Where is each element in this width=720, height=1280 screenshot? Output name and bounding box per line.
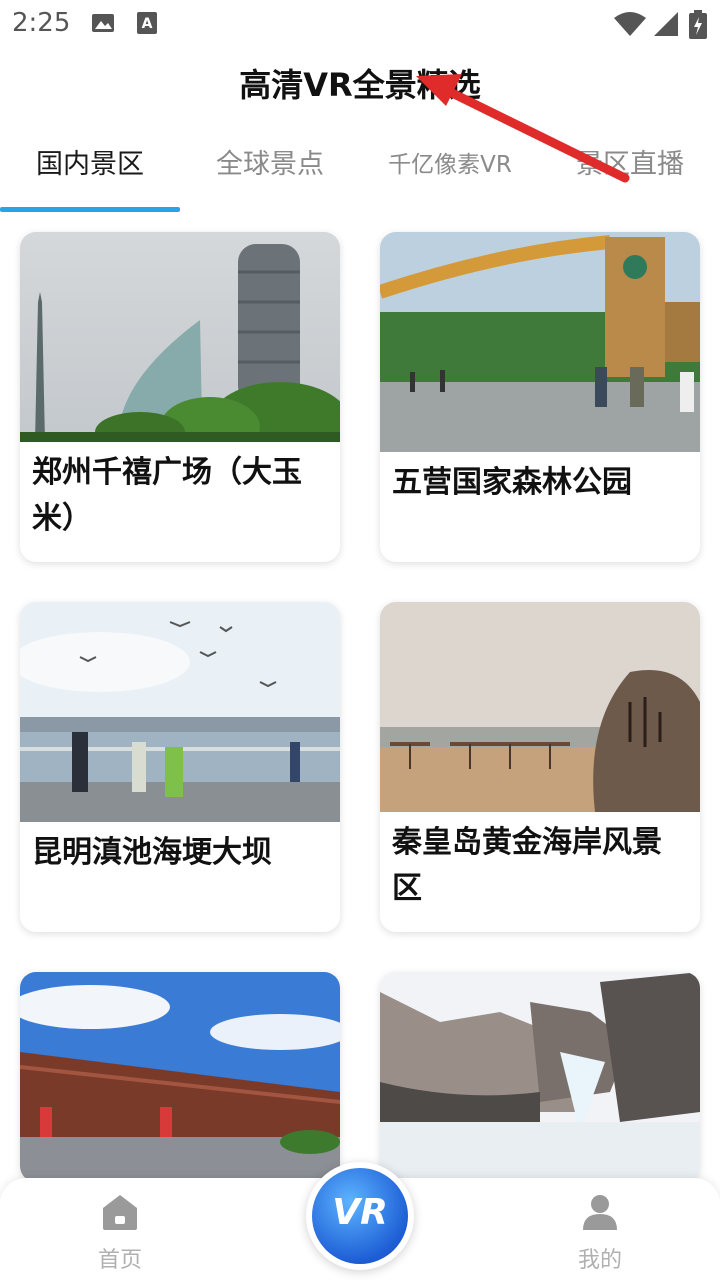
scenic-card[interactable]: 五营国家森林公园: [380, 232, 700, 562]
page-title: 高清VR全景精选: [239, 66, 481, 104]
scenic-photo: [380, 232, 700, 452]
accessibility-a-icon: A: [137, 12, 157, 34]
scenic-photo: [380, 602, 700, 812]
scenic-title: 五营国家森林公园: [392, 465, 632, 500]
wifi-icon: [614, 12, 646, 36]
nav-mine-label: 我的: [577, 1248, 622, 1273]
svg-text:A: A: [142, 16, 153, 32]
scenic-photo: [20, 232, 340, 442]
scenic-photo: [20, 972, 340, 1182]
vr-button-label: VR: [332, 1192, 388, 1233]
image-icon: [92, 14, 114, 32]
scenic-title: 秦皇岛黄金海岸风景区: [392, 825, 662, 906]
nav-mine[interactable]: 我的: [540, 1192, 660, 1274]
scenic-card[interactable]: 秦皇岛黄金海岸风景区: [380, 602, 700, 932]
tab-global[interactable]: 全球景点: [180, 130, 360, 200]
scenic-card[interactable]: 郑州千禧广场（大玉米）: [20, 232, 340, 562]
scenic-card[interactable]: [380, 972, 700, 1182]
category-tabs: 国内景区 全球景点 千亿像素VR 景区直播: [0, 130, 720, 212]
scenic-photo: [20, 602, 340, 822]
active-tab-indicator: [0, 207, 180, 212]
tab-gigapixel-vr[interactable]: 千亿像素VR: [360, 130, 540, 200]
tab-live[interactable]: 景区直播: [540, 130, 720, 200]
scenic-card[interactable]: 昆明滇池海埂大坝: [20, 602, 340, 932]
scenic-title: 郑州千禧广场（大玉米）: [32, 455, 302, 536]
scenic-card[interactable]: [20, 972, 340, 1182]
vr-logo-icon: VR: [312, 1168, 408, 1264]
scenic-title: 昆明滇池海埂大坝: [32, 835, 272, 870]
tab-domestic[interactable]: 国内景区: [0, 130, 180, 200]
vr-center-button[interactable]: VR: [306, 1162, 414, 1270]
battery-charging-icon: [689, 10, 707, 39]
nav-home[interactable]: 首页: [60, 1192, 180, 1274]
nav-home-label: 首页: [97, 1248, 142, 1273]
scenic-photo: [380, 972, 700, 1182]
status-time: 2:25: [12, 8, 71, 38]
user-icon: [583, 1195, 617, 1230]
status-bar: 2:25 A: [0, 0, 720, 50]
signal-icon: [654, 12, 678, 36]
home-icon: [103, 1195, 137, 1230]
